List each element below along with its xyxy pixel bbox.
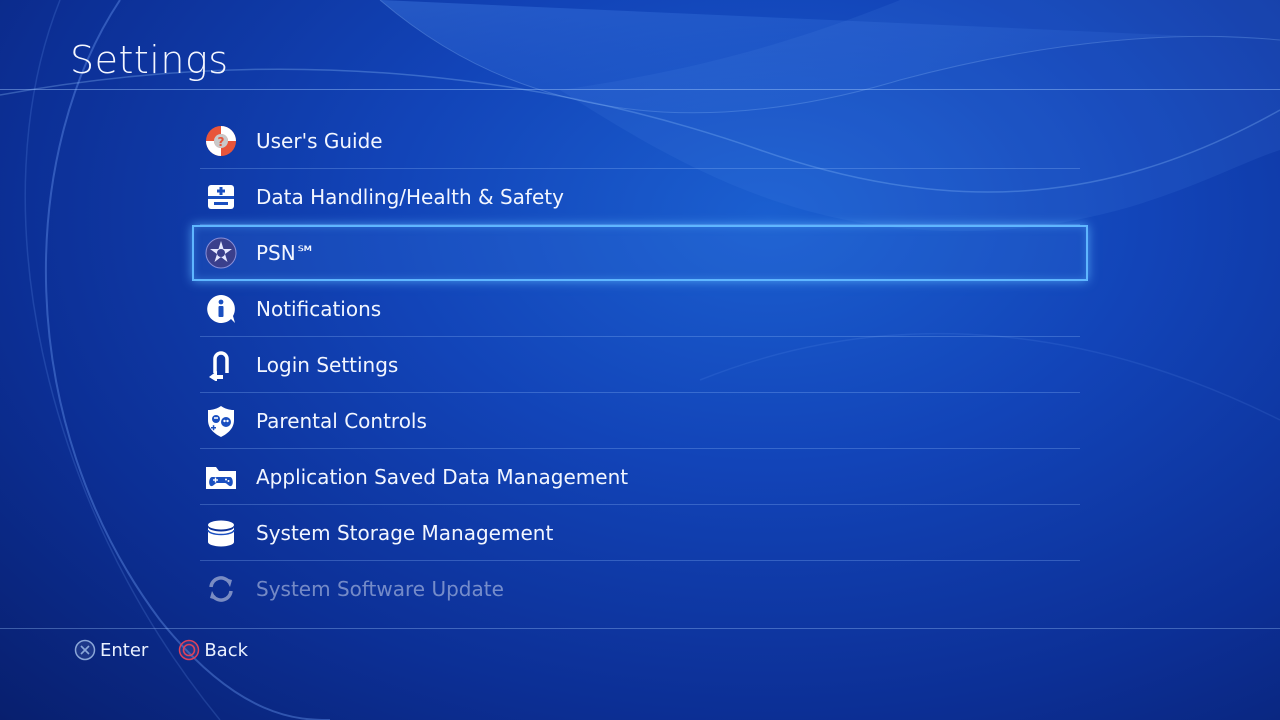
header-divider bbox=[0, 89, 1280, 90]
controller-folder-icon bbox=[204, 460, 238, 494]
menu-label: Parental Controls bbox=[256, 409, 427, 433]
menu-item-parental-controls[interactable]: Parental Controls bbox=[192, 393, 1088, 449]
menu-label: User's Guide bbox=[256, 129, 383, 153]
login-icon bbox=[204, 348, 238, 382]
update-icon bbox=[204, 572, 238, 606]
menu-item-storage-management[interactable]: System Storage Management bbox=[192, 505, 1088, 561]
menu-item-notifications[interactable]: Notifications bbox=[192, 281, 1088, 337]
enter-hint[interactable]: Enter bbox=[74, 639, 148, 661]
back-label: Back bbox=[204, 639, 249, 661]
menu-label: System Software Update bbox=[256, 577, 504, 601]
back-hint[interactable]: Back bbox=[178, 639, 248, 661]
menu-label: Application Saved Data Management bbox=[256, 465, 629, 489]
footer-divider bbox=[0, 628, 1280, 629]
parental-shield-icon bbox=[204, 404, 238, 438]
enter-label: Enter bbox=[100, 639, 149, 661]
menu-label: Login Settings bbox=[256, 353, 399, 377]
menu-item-users-guide[interactable]: ? User's Guide bbox=[192, 113, 1088, 169]
settings-menu: ? User's Guide Data Handling/Health & Sa… bbox=[192, 113, 1088, 617]
psn-icon bbox=[204, 236, 238, 270]
menu-item-psn[interactable]: PSN℠ bbox=[192, 225, 1088, 281]
first-aid-icon bbox=[204, 180, 238, 214]
menu-label: PSN℠ bbox=[256, 241, 317, 265]
menu-label: Notifications bbox=[256, 297, 382, 321]
menu-label: System Storage Management bbox=[256, 521, 554, 545]
storage-icon bbox=[204, 516, 238, 550]
menu-item-software-update[interactable]: System Software Update bbox=[192, 561, 1088, 617]
page-title: Settings bbox=[70, 38, 229, 82]
cross-button-icon bbox=[74, 639, 96, 661]
menu-item-data-handling[interactable]: Data Handling/Health & Safety bbox=[192, 169, 1088, 225]
menu-item-login-settings[interactable]: Login Settings bbox=[192, 337, 1088, 393]
svg-text:?: ? bbox=[218, 135, 225, 149]
button-hints: Enter Back bbox=[74, 636, 278, 664]
circle-button-icon bbox=[179, 639, 200, 661]
info-bubble-icon bbox=[204, 292, 238, 326]
lifebuoy-icon: ? bbox=[204, 124, 238, 158]
menu-item-saved-data-management[interactable]: Application Saved Data Management bbox=[192, 449, 1088, 505]
menu-label: Data Handling/Health & Safety bbox=[256, 185, 564, 209]
